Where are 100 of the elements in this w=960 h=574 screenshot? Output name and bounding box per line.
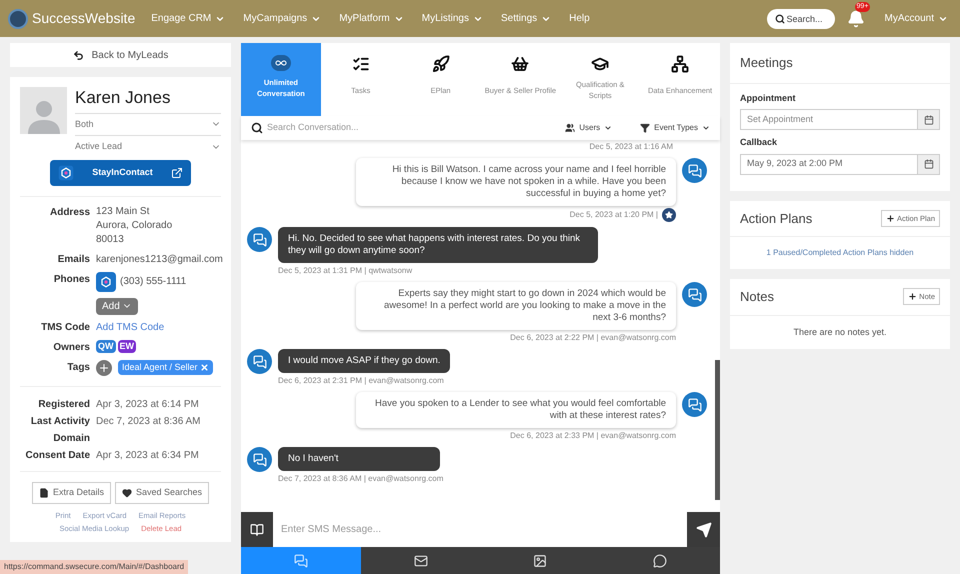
message-bubble: Hi this is Bill Watson. I came across your name and I feel horrible because I know we have not spoken in a while. Have you been successful in buying a home yet? [356,158,676,206]
field-label: Tags [66,360,90,374]
field-label: Consent Date [24,448,90,460]
status-url-tooltip: https://command.swsecure.com/Main/#/Dashboard [0,560,188,574]
field-label: TMS Code [40,320,90,334]
document-icon [38,488,49,498]
nav-menu-item[interactable]: MyCampaigns [243,11,322,26]
add-phone-button[interactable]: Add [96,298,138,314]
date-text: Dec 7, 2023 at 8:36 AM [96,414,201,426]
add-tag-icon[interactable] [96,360,112,376]
tag-chip[interactable]: Ideal Agent / Seller [118,360,213,376]
email-icon [414,554,428,568]
field-label: Phones [52,272,90,286]
saved-searches-button[interactable]: Saved Searches [114,482,210,504]
plus-icon [886,214,896,223]
email-text: karenjones1213@gmail.com [96,254,223,264]
caret-icon [604,124,612,132]
date-field[interactable]: May 9, 2023 at 2:00 PM [740,154,918,174]
notifications-bell-icon[interactable] [846,10,865,28]
message-bubble: Experts say they might start to go down in 2024 which would be awesome! In a perfect world are you looking to make a move in the next 3-6 months? [356,282,676,330]
date-field[interactable]: Set Appointment [740,109,918,130]
send-icon [696,522,712,538]
message-bubble: I would move ASAP if they go down. [278,349,450,373]
chat-avatar-icon [682,282,707,307]
tab-icon [671,55,690,73]
message-meta: Dec 6, 2023 at 2:33 PM | evan@watsonrg.com [510,430,676,442]
scrollbar-thumb[interactable] [715,360,720,500]
message-meta: Dec 7, 2023 at 8:36 AM | evan@watsonrg.com [278,473,444,485]
empty-notes-text: There are no notes yet. [792,326,888,339]
message-bubble: Hi. No. Decided to see what happens with interest rates. Do you think they will go down anytime soon? [278,227,598,263]
message-bubble: Have you spoken to a Lender to see what you would feel comfortable with at these interest rates? [356,392,676,428]
plus-icon [908,292,918,302]
field-label: Callback [740,136,778,149]
calendar-icon [924,159,934,169]
card-title: Notes [740,288,774,306]
nav-menu-item[interactable]: Help [569,11,590,26]
date-text: Apr 3, 2023 at 6:34 PM [96,448,199,460]
chat-avatar-icon [247,447,272,472]
sms-message-field[interactable]: Enter SMS Message... [273,512,687,547]
lead-status-select[interactable]: Active Lead [75,136,221,158]
event-types-filter[interactable]: Event Types [640,122,710,134]
nav-menu-item[interactable]: MyPlatform [339,11,404,26]
tab-icon [511,55,530,73]
logo-icon [58,164,74,180]
stay-in-contact-button[interactable]: StayInContact [50,160,191,186]
calendar-button[interactable] [918,109,940,130]
back-arrow-icon [72,50,84,60]
tab-icon [432,55,450,73]
calendar-button[interactable] [918,154,940,174]
external-link-icon [170,166,183,178]
message-meta: Dec 5, 2023 at 1:31 PM | qwtwatsonw [278,265,412,277]
account-menu[interactable]: MyAccount [884,11,948,26]
heart-icon [122,488,132,498]
field-label: Last Activity [30,414,90,426]
phone-text: (303) 555-1111 [120,275,186,289]
avatar-placeholder-icon [20,87,67,134]
lead-type-select[interactable]: Both [75,114,221,136]
users-filter[interactable]: Users [565,122,612,134]
add-tms-link[interactable]: Add TMS Code [96,322,164,332]
tab-icon [591,55,610,73]
messenger-icon [653,554,668,568]
extra-details-button[interactable]: Extra Details [32,482,111,504]
chat-avatar-icon [247,349,272,374]
message-meta: Dec 5, 2023 at 1:16 AM [589,141,673,153]
message-bubble: No I haven't [278,447,440,471]
remove-icon[interactable] [200,363,209,372]
hidden-plans-link[interactable]: 1 Paused/Completed Action Plans hidden [730,237,950,269]
calendar-icon [924,114,934,124]
field-label: Appointment [740,92,796,105]
conversation-search-field[interactable]: Search Conversation... [267,121,562,135]
caret-icon [702,124,710,132]
tab-icon [352,55,370,73]
filter-icon [640,123,650,133]
search-icon [251,122,263,134]
book-icon [250,522,264,536]
chat-avatar-icon [247,227,272,252]
lead-name: Karen Jones [75,85,221,114]
app-logo-icon[interactable] [96,272,116,292]
field-label: Owners [52,340,90,354]
search-field[interactable]: Search... [766,8,835,28]
tab-icon [270,55,291,71]
owner-badge[interactable]: QW [96,340,116,353]
nav-menu-item[interactable]: Settings [501,11,552,26]
chat-avatar-icon [682,392,707,417]
brand-link[interactable]: SuccessWebsite [32,8,136,29]
back-link[interactable]: Back to MyLeads [10,43,231,67]
field-label: Domain [52,432,90,444]
owner-badge[interactable]: EW [118,340,136,353]
message-meta: Dec 6, 2023 at 2:22 PM | evan@watsonrg.com [510,332,676,344]
nav-menu-item[interactable]: MyListings [422,11,483,26]
image-icon [533,554,548,568]
message-meta: Dec 5, 2023 at 1:20 PM | [570,209,658,221]
nav-menu-item[interactable]: Engage CRM [151,11,226,26]
brand-logo-icon[interactable] [8,8,28,28]
chat-avatar-icon [682,158,707,183]
field-label: Emails [56,252,90,266]
date-text: Apr 3, 2023 at 6:14 PM [96,398,199,410]
message-meta: Dec 6, 2023 at 2:31 PM | evan@watsonrg.com [278,375,444,387]
sms-icon [294,554,308,568]
card-title: Action Plans [740,210,812,228]
